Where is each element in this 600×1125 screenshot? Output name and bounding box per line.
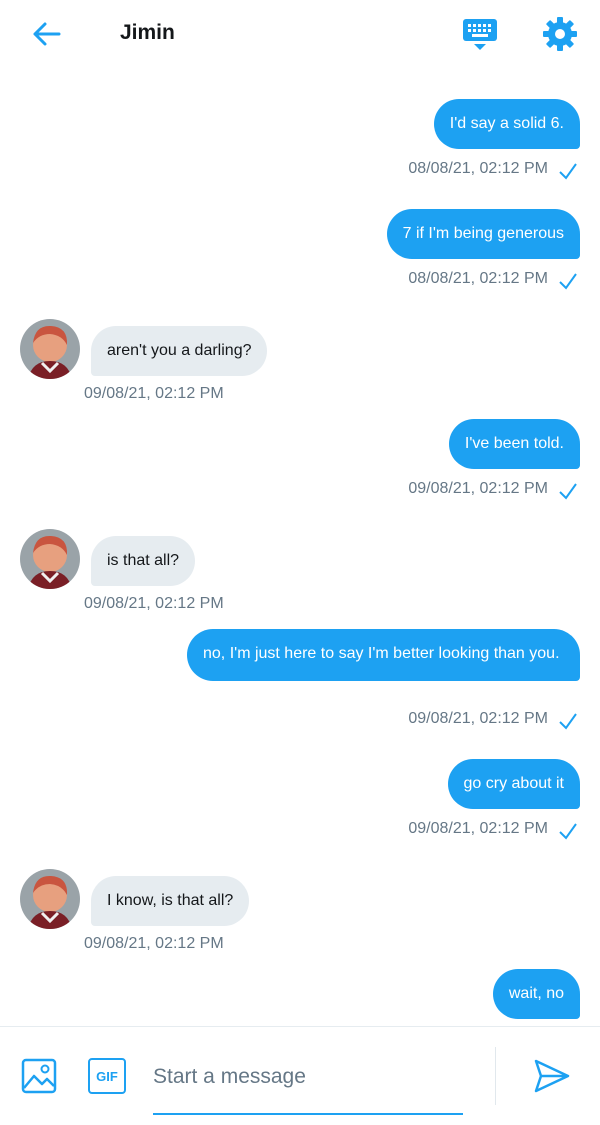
conversation-title[interactable]: Jimin — [120, 21, 175, 45]
input-underline — [153, 1113, 463, 1115]
send-icon — [534, 1059, 570, 1093]
add-image-button[interactable] — [21, 1058, 59, 1094]
avatar-image — [20, 869, 80, 929]
read-check-icon — [559, 483, 577, 500]
composer-divider — [495, 1047, 496, 1105]
keyboard-button[interactable] — [460, 14, 500, 54]
back-button[interactable] — [28, 16, 64, 52]
message-timestamp: 09/08/21, 02:12 PM — [408, 710, 548, 727]
incoming-message[interactable]: aren't you a darling? — [91, 326, 268, 376]
outgoing-message[interactable]: no, I'm just here to say I'm better look… — [187, 629, 580, 681]
outgoing-message[interactable]: go cry about it — [447, 759, 580, 809]
outgoing-message[interactable]: I'd say a solid 6. — [433, 99, 580, 149]
arrow-left-icon — [33, 22, 61, 46]
image-icon — [21, 1058, 57, 1094]
conversation-header: Jimin — [0, 0, 600, 68]
read-check-icon — [559, 823, 577, 840]
keyboard-icon — [463, 19, 497, 50]
incoming-message[interactable]: is that all? — [91, 536, 196, 586]
read-check-icon — [559, 713, 577, 730]
outgoing-message[interactable]: wait, no — [492, 969, 580, 1019]
message-timestamp: 09/08/21, 02:12 PM — [408, 820, 548, 837]
avatar-image — [20, 319, 80, 379]
contact-avatar[interactable] — [20, 529, 80, 589]
message-list[interactable]: I'd say a solid 6. 08/08/21, 02:12 PM 7 … — [0, 68, 600, 1026]
gear-icon — [543, 17, 577, 51]
avatar-image — [20, 529, 80, 589]
message-timestamp: 08/08/21, 02:12 PM — [408, 270, 548, 287]
incoming-message[interactable]: I know, is that all? — [91, 876, 250, 926]
message-timestamp: 09/08/21, 02:12 PM — [84, 935, 224, 952]
contact-avatar[interactable] — [20, 869, 80, 929]
message-timestamp: 09/08/21, 02:12 PM — [408, 480, 548, 497]
contact-avatar[interactable] — [20, 319, 80, 379]
outgoing-message[interactable]: I've been told. — [448, 419, 580, 469]
message-timestamp: 09/08/21, 02:12 PM — [84, 385, 224, 402]
message-timestamp: 09/08/21, 02:12 PM — [84, 595, 224, 612]
outgoing-message[interactable]: 7 if I'm being generous — [386, 209, 580, 259]
gif-button[interactable]: GIF — [88, 1058, 126, 1094]
message-timestamp: 08/08/21, 02:12 PM — [408, 160, 548, 177]
send-button[interactable] — [532, 1056, 572, 1096]
message-input[interactable] — [153, 1057, 463, 1097]
message-composer: GIF — [0, 1026, 600, 1125]
read-check-icon — [559, 273, 577, 290]
settings-button[interactable] — [540, 14, 580, 54]
read-check-icon — [559, 163, 577, 180]
